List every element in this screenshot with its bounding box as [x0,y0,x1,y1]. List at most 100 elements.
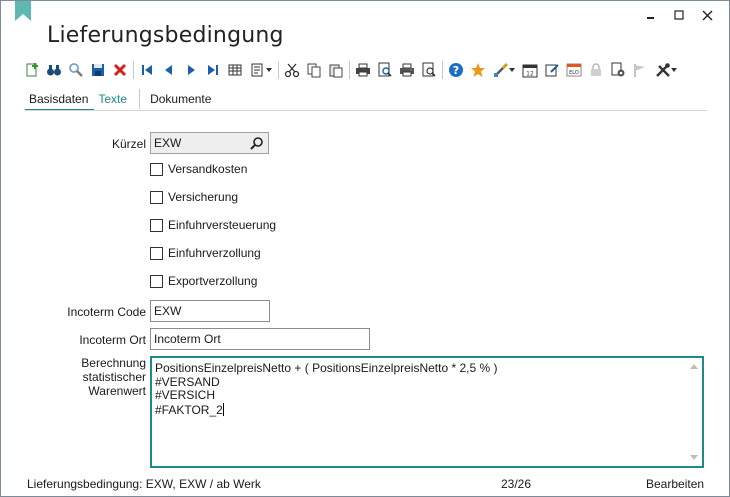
checkbox-label: Einfuhrversteuerung [168,218,277,232]
lock-button[interactable] [585,59,607,81]
kuerzel-field[interactable]: EXW [150,132,269,154]
print-preview-button[interactable] [374,59,396,81]
binoculars-icon [47,65,61,76]
table-view-button[interactable] [224,59,246,81]
incoterm-code-field[interactable]: EXW [150,300,270,322]
window: Lieferungsbedingung ? 12 ELO Basisdaten … [0,0,730,497]
maximize-icon [674,10,684,20]
search-button[interactable] [65,59,87,81]
last-record-button[interactable] [202,59,224,81]
flag-button[interactable] [629,59,651,81]
previous-record-icon [165,65,172,75]
tab-separator [139,89,141,109]
close-button[interactable] [693,5,721,25]
checkbox-box[interactable] [150,190,163,204]
delete-button[interactable] [109,59,131,81]
find-button[interactable] [43,59,65,81]
minimize-button[interactable] [637,5,665,25]
berechnung-label-line: Berechnung [81,356,146,370]
toolbar-separator [349,61,350,79]
checkbox-label: Einfuhrverzollung [168,246,261,260]
formula-line: #VERSAND [155,374,220,389]
svg-text:12: 12 [526,71,534,78]
print-button[interactable] [352,59,374,81]
copy-icon [307,63,321,78]
checkbox-versandkosten[interactable]: Versandkosten [150,162,247,176]
tools-brush-button[interactable] [489,59,519,81]
search-icon [69,63,83,77]
edit-note-button[interactable] [541,59,563,81]
table-view-icon [228,64,242,76]
edit-note-icon [545,64,559,77]
previous-record-button[interactable] [158,59,180,81]
next-record-button[interactable] [180,59,202,81]
berechnung-label-line: statistischer [82,370,146,384]
tab-bar: Basisdaten Texte Dokumente [25,89,215,111]
wrench-tools-button[interactable] [651,59,681,81]
formula-line-current: #FAKTOR_2 [155,402,699,418]
wrench-tools-icon [656,63,670,77]
kuerzel-value: EXW [154,136,182,150]
cut-icon [284,63,300,78]
cut-button[interactable] [281,59,303,81]
tab-dokumente[interactable]: Dokumente [146,89,215,111]
chevron-down-icon [671,68,677,72]
flag-icon [634,64,645,77]
scroll-down-icon[interactable] [690,455,698,461]
toolbar-separator [278,61,279,79]
form-view-button[interactable] [246,59,276,81]
copy-button[interactable] [303,59,325,81]
status-mode: Bearbeiten [646,477,705,491]
berechnung-textarea[interactable]: PositionsEinzelpreisNetto + ( PositionsE… [150,356,704,468]
favorite-button[interactable] [467,59,489,81]
tab-texte[interactable]: Texte [94,89,131,111]
page-title: Lieferungsbedingung [47,23,284,48]
text-caret [222,402,224,416]
incoterm-ort-field[interactable]: Incoterm Ort [150,328,370,350]
chevron-down-icon [266,68,272,72]
first-record-icon [142,65,152,75]
close-icon [702,10,712,20]
tab-basisdaten[interactable]: Basisdaten [25,89,95,111]
kuerzel-label: Kürzel [111,137,146,151]
search-icon[interactable] [250,136,264,150]
checkbox-box[interactable] [150,162,163,176]
elo-icon: ELO [566,63,582,77]
svg-text:ELO: ELO [569,70,579,76]
calendar-button[interactable]: 12 [519,59,541,81]
berechnung-label-line: Warenwert [88,384,146,398]
checkbox-einfuhrverzollung[interactable]: Einfuhrverzollung [150,246,261,260]
checkbox-box[interactable] [150,274,163,288]
maximize-button[interactable] [665,5,693,25]
minimize-icon [647,17,654,19]
save-button[interactable] [87,59,109,81]
vertical-scrollbar[interactable] [687,359,701,465]
checkbox-versicherung[interactable]: Versicherung [150,190,238,204]
checkbox-box[interactable] [150,218,163,232]
bookmark-icon[interactable] [15,1,31,21]
help-button[interactable]: ? [445,59,467,81]
scroll-up-icon[interactable] [690,363,698,369]
paste-button[interactable] [325,59,347,81]
chevron-down-icon [509,68,515,72]
new-button[interactable] [21,59,43,81]
checkbox-box[interactable] [150,246,163,260]
print-setup-button[interactable] [396,59,418,81]
document-settings-icon [611,62,625,77]
next-record-icon [188,65,195,75]
report-button[interactable] [418,59,440,81]
formula-line: #VERSICH [155,388,216,402]
save-icon [92,64,104,76]
paste-icon [329,64,343,78]
window-controls [637,5,721,25]
form-view-icon [251,63,263,77]
first-record-button[interactable] [136,59,158,81]
document-settings-button[interactable] [607,59,629,81]
new-icon [26,63,38,77]
status-record: Lieferungsbedingung: EXW, EXW / ab Werk [27,477,261,491]
last-record-icon [208,65,218,75]
checkbox-einfuhrversteuerung[interactable]: Einfuhrversteuerung [150,218,276,232]
checkbox-exportverzollung[interactable]: Exportverzollung [150,274,257,288]
toolbar-separator [133,61,134,79]
elo-button[interactable]: ELO [563,59,585,81]
